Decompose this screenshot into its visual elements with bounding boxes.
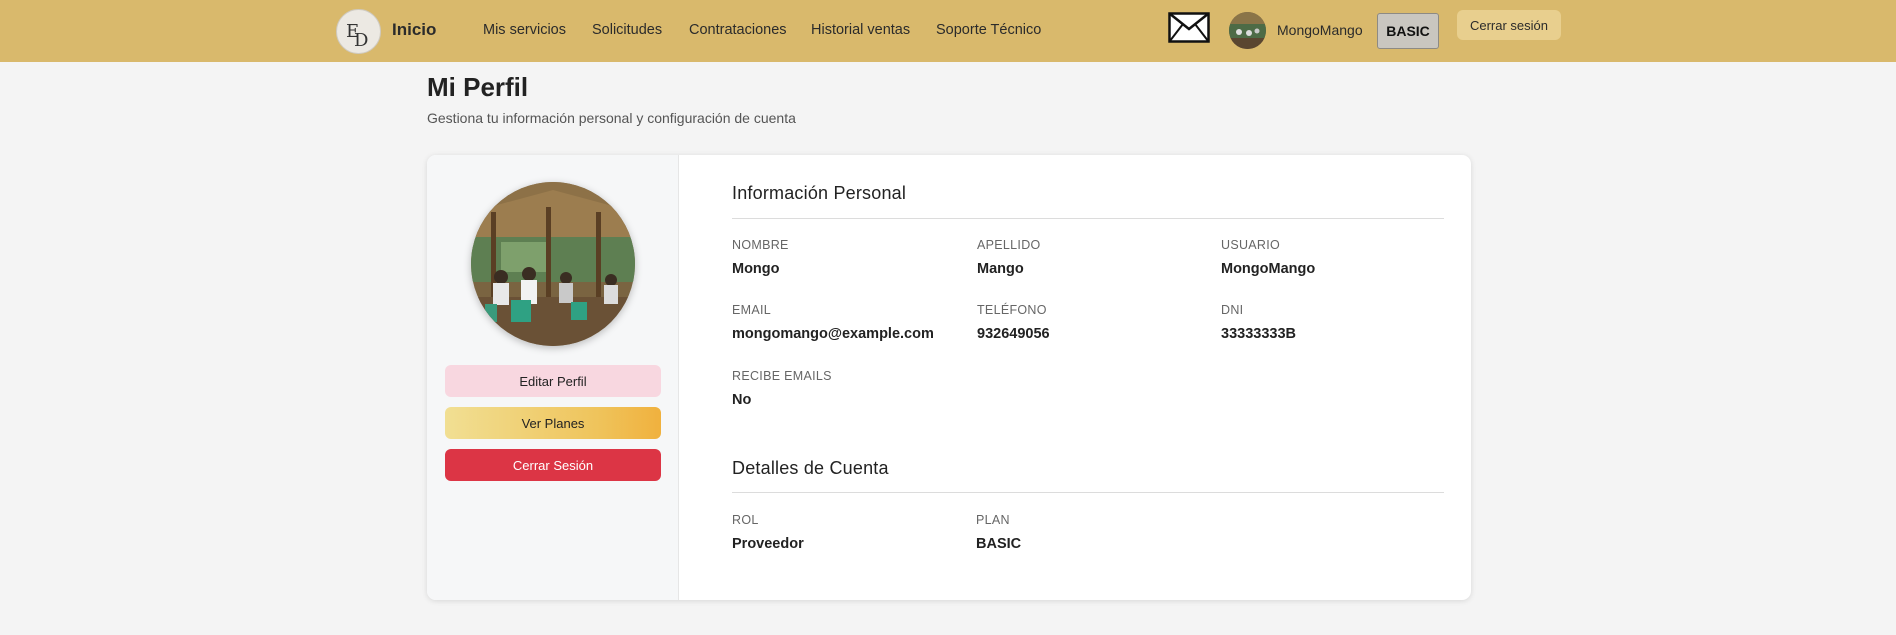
section-divider [732,218,1444,219]
profile-sidebar: Editar Perfil Ver Planes Cerrar Sesión [427,155,679,600]
view-plans-button[interactable]: Ver Planes [445,407,661,439]
nav-mis-servicios[interactable]: Mis servicios [483,22,566,38]
field-value-apellido: Mango [977,261,1024,277]
field-label-telefono: Teléfono [977,303,1047,317]
profile-card: Editar Perfil Ver Planes Cerrar Sesión I… [427,155,1471,600]
nav-historial-ventas[interactable]: Historial ventas [811,22,910,38]
field-label-rol: Rol [732,513,759,527]
page-title: Mi Perfil [427,72,529,102]
svg-text:D: D [354,30,368,51]
nav-username[interactable]: MongoMango [1277,22,1363,38]
field-value-email: mongomango@example.com [732,326,934,342]
field-label-dni: DNI [1221,303,1244,317]
top-navbar: E D Inicio Mis servicios Solicitudes Con… [0,0,1896,62]
personal-info-heading: Información Personal [732,183,907,203]
field-label-recibe-emails: Recibe Emails [732,369,832,383]
field-label-email: Email [732,303,772,317]
field-label-usuario: Usuario [1221,238,1281,252]
field-label-nombre: Nombre [732,238,789,252]
field-label-apellido: Apellido [977,238,1041,252]
account-details-heading: Detalles de Cuenta [732,458,889,478]
field-value-recibe-emails: No [732,392,752,408]
home-link[interactable]: Inicio [392,20,436,40]
nav-logout-button[interactable]: Cerrar sesión [1457,10,1561,40]
profile-photo [471,182,635,346]
section-divider [732,492,1444,493]
nav-solicitudes[interactable]: Solicitudes [592,22,662,38]
nav-contrataciones[interactable]: Contrataciones [689,22,787,38]
logout-button[interactable]: Cerrar Sesión [445,449,661,481]
page-subtitle: Gestiona tu información personal y confi… [427,110,796,126]
user-avatar[interactable] [1229,12,1266,49]
field-value-dni: 33333333B [1221,326,1296,342]
field-value-usuario: MongoMango [1221,261,1316,277]
mail-icon[interactable] [1168,12,1210,43]
field-label-plan: Plan [976,513,1010,527]
plan-badge[interactable]: BASIC [1377,13,1439,49]
field-value-nombre: Mongo [732,261,780,277]
nav-soporte-tecnico[interactable]: Soporte Técnico [936,22,1041,38]
edit-profile-button[interactable]: Editar Perfil [445,365,661,397]
brand-logo[interactable]: E D [336,9,381,54]
field-value-plan: BASIC [976,536,1022,552]
field-value-rol: Proveedor [732,536,804,552]
field-value-telefono: 932649056 [977,326,1050,342]
